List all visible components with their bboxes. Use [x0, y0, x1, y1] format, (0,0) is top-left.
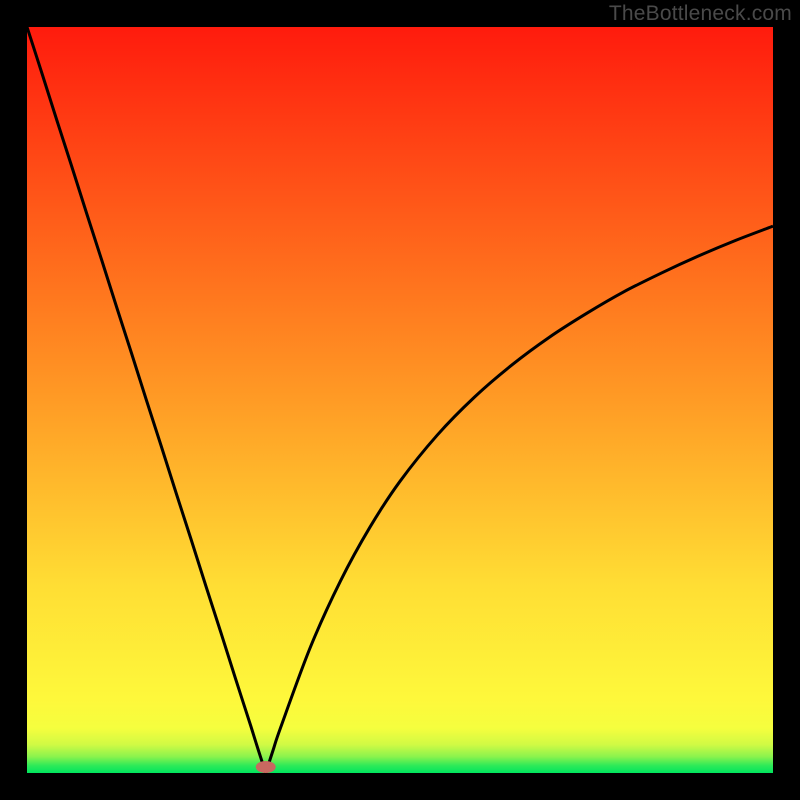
chart-svg: [27, 27, 773, 773]
optimum-marker: [256, 761, 276, 773]
chart-stage: TheBottleneck.com: [0, 0, 800, 800]
watermark-text: TheBottleneck.com: [609, 2, 792, 26]
plot-area: [27, 27, 773, 773]
chart-background: [27, 27, 773, 773]
